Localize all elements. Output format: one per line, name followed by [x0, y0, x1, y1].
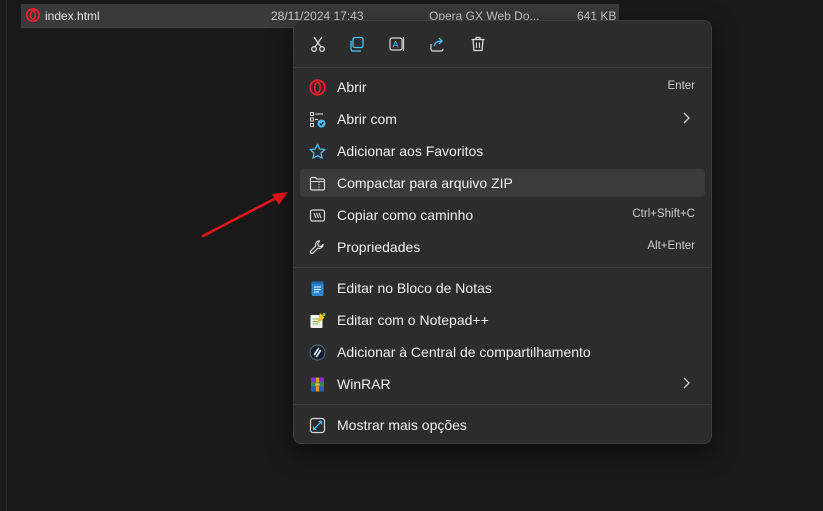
star-icon [309, 143, 326, 160]
copy-button[interactable] [344, 31, 370, 57]
zip-folder-icon [309, 175, 326, 192]
cut-button[interactable] [305, 31, 331, 57]
opera-gx-icon [309, 79, 326, 96]
more-options-icon [309, 417, 326, 434]
notepad-icon [309, 280, 326, 297]
menu-separator [294, 267, 711, 268]
menu-item-label: Compactar para arquivo ZIP [337, 175, 513, 191]
wrench-icon [309, 239, 326, 256]
context-menu: A Abrir Enter Abrir com Adicionar aos Fa… [293, 20, 712, 444]
menu-separator [294, 404, 711, 405]
left-edge [0, 0, 7, 511]
menu-item-properties[interactable]: Propriedades Alt+Enter [300, 233, 705, 261]
sharing-center-icon [309, 344, 326, 361]
winrar-icon [309, 376, 326, 393]
cut-icon [311, 36, 325, 52]
menu-item-copy-path[interactable]: Copiar como caminho Ctrl+Shift+C [300, 201, 705, 229]
menu-item-add-favorites[interactable]: Adicionar aos Favoritos [300, 137, 705, 165]
copy-path-icon [309, 207, 326, 224]
rename-button[interactable]: A [384, 31, 410, 57]
menu-item-open-with[interactable]: Abrir com [300, 105, 705, 133]
file-name: index.html [45, 9, 100, 23]
menu-item-edit-notepad[interactable]: Editar no Bloco de Notas [300, 274, 705, 302]
share-button[interactable] [424, 31, 450, 57]
menu-item-add-sharing[interactable]: Adicionar à Central de compartilhamento [300, 338, 705, 366]
menu-item-label: Propriedades [337, 239, 421, 255]
shortcut-text: Ctrl+Shift+C [632, 208, 695, 220]
menu-item-compress-zip[interactable]: Compactar para arquivo ZIP [300, 169, 705, 197]
menu-item-open[interactable]: Abrir Enter [300, 73, 705, 101]
menu-item-label: Editar no Bloco de Notas [337, 280, 492, 296]
open-with-icon [309, 111, 326, 128]
notepadpp-icon [309, 312, 326, 329]
menu-item-label: Abrir [337, 79, 367, 95]
share-icon [430, 37, 444, 52]
annotation-arrow [201, 192, 288, 238]
menu-item-label: WinRAR [337, 376, 391, 392]
menu-separator [294, 67, 711, 68]
chevron-right-icon [683, 112, 690, 124]
menu-item-winrar[interactable]: WinRAR [300, 370, 705, 398]
context-toolbar: A [294, 21, 711, 67]
menu-item-label: Adicionar à Central de compartilhamento [337, 344, 591, 360]
svg-text:A: A [393, 41, 400, 51]
shortcut-text: Enter [667, 80, 696, 92]
menu-item-label: Mostrar mais opções [337, 417, 467, 433]
chevron-right-icon [683, 377, 690, 389]
delete-icon [471, 36, 485, 52]
delete-button[interactable] [465, 31, 491, 57]
menu-item-label: Copiar como caminho [337, 207, 474, 223]
rename-icon: A [389, 37, 405, 51]
opera-gx-icon [26, 8, 40, 22]
menu-item-edit-notepadpp[interactable]: Editar com o Notepad++ [300, 306, 705, 334]
menu-item-label: Editar com o Notepad++ [337, 312, 489, 328]
menu-item-label: Adicionar aos Favoritos [337, 143, 484, 159]
shortcut-text: Alt+Enter [647, 240, 695, 252]
copy-icon [350, 36, 364, 52]
menu-item-more-options[interactable]: Mostrar mais opções [300, 411, 705, 439]
menu-item-label: Abrir com [337, 111, 397, 127]
